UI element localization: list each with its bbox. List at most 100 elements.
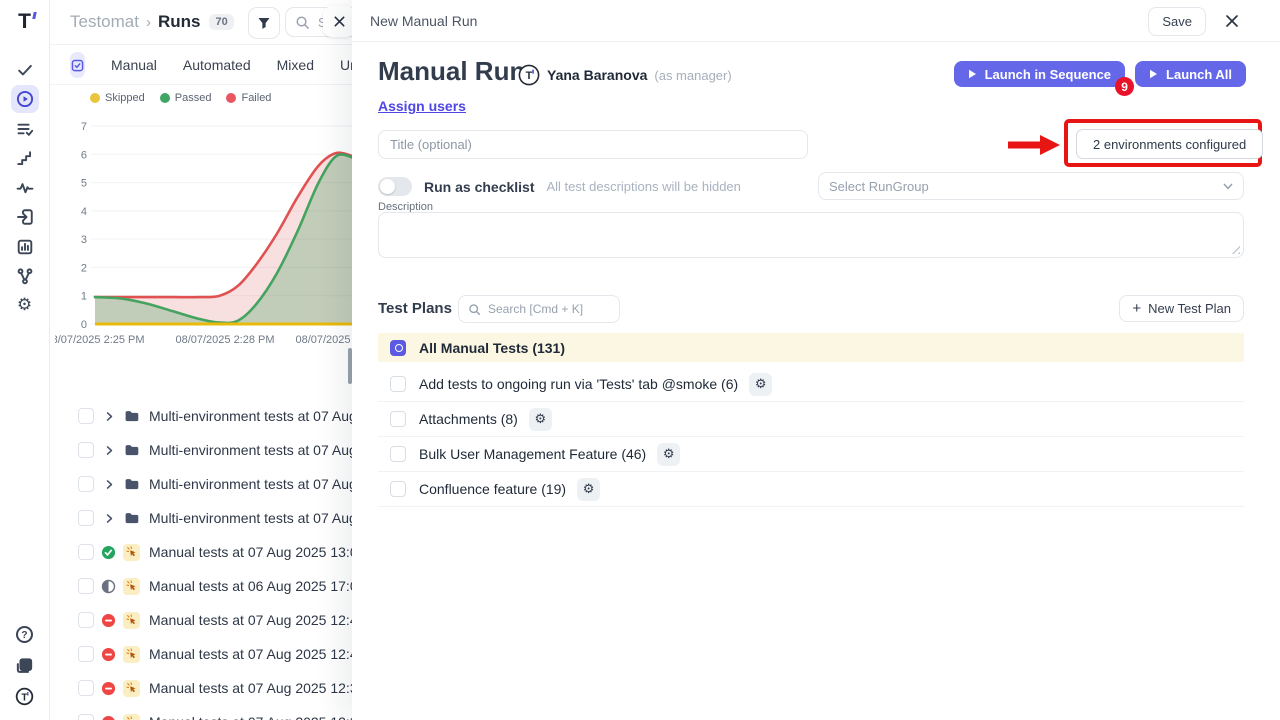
run-title[interactable]: Manual tests at 07 Aug 2025 13:02: [149, 544, 352, 560]
run-row[interactable]: Manual tests at 07 Aug 2025 12:3: [50, 705, 352, 720]
run-checkbox[interactable]: [78, 646, 94, 662]
save-button[interactable]: Save: [1148, 7, 1206, 36]
run-checkbox[interactable]: [78, 510, 94, 526]
test-plan-checkbox[interactable]: [390, 481, 406, 497]
test-plan-settings-button[interactable]: ⚙: [657, 443, 680, 466]
sidebar-item-milestones[interactable]: [11, 144, 39, 172]
sidebar-item-help[interactable]: ?: [11, 621, 39, 649]
test-plan-checkbox[interactable]: [390, 446, 406, 462]
run-row[interactable]: Multi-environment tests at 07 Aug 2025: [50, 399, 352, 433]
test-plan-row[interactable]: Attachments (8) ⚙: [378, 402, 1244, 437]
runs-trend-chart: 0123456708/07/2025 2:25 PM08/07/2025 2:2…: [55, 116, 352, 354]
test-plan-label[interactable]: Bulk User Management Feature (46): [419, 446, 646, 462]
sidebar-item-import[interactable]: [11, 203, 39, 231]
run-checkbox[interactable]: [78, 442, 94, 458]
run-checkbox[interactable]: [78, 612, 94, 628]
test-plan-row[interactable]: All Manual Tests (131): [378, 333, 1244, 362]
legend-item-skipped[interactable]: Skipped: [90, 92, 145, 104]
run-title-input[interactable]: [378, 130, 808, 159]
testomat-logo-icon[interactable]: T: [11, 8, 39, 36]
assign-users-link[interactable]: Assign users: [378, 98, 466, 114]
test-plan-settings-button[interactable]: ⚙: [749, 373, 772, 396]
run-checkbox[interactable]: [78, 578, 94, 594]
expand-chevron[interactable]: [103, 512, 116, 525]
projects-icon: [15, 656, 34, 675]
run-title[interactable]: Multi-environment tests at 07 Aug 2025: [149, 442, 352, 458]
test-plan-checkbox[interactable]: [390, 411, 406, 427]
chevron-down-icon: [1223, 183, 1233, 190]
panel-close-button[interactable]: [1222, 11, 1242, 31]
run-row[interactable]: Manual tests at 07 Aug 2025 13:02from: [50, 535, 352, 569]
sidebar-item-runs[interactable]: [11, 85, 39, 113]
environments-button[interactable]: 2 environments configured: [1076, 129, 1263, 159]
test-plan-label[interactable]: Attachments (8): [419, 411, 518, 427]
test-plan-row[interactable]: Bulk User Management Feature (46) ⚙: [378, 437, 1244, 472]
test-plan-settings-button[interactable]: ⚙: [529, 408, 552, 431]
test-plan-settings-button[interactable]: ⚙: [577, 478, 600, 501]
test-plans-search-input[interactable]: [486, 301, 610, 317]
run-checkbox[interactable]: [78, 714, 94, 720]
run-row[interactable]: Manual tests at 07 Aug 2025 12:35from: [50, 671, 352, 705]
sidebar-item-profile[interactable]: T: [11, 683, 39, 711]
run-row[interactable]: Manual tests at 06 Aug 2025 17:0613: [50, 569, 352, 603]
run-title[interactable]: Manual tests at 06 Aug 2025 17:06: [149, 578, 352, 594]
launch-all-button[interactable]: Launch All: [1135, 61, 1246, 87]
sidebar-item-tests[interactable]: [11, 56, 39, 84]
sidebar-item-projects[interactable]: [11, 652, 39, 680]
run-title[interactable]: Manual tests at 07 Aug 2025 12:42: [149, 646, 352, 662]
expand-chevron[interactable]: [103, 410, 116, 423]
legend-item-passed[interactable]: Passed: [160, 92, 212, 104]
tab-automated[interactable]: Automated: [183, 57, 251, 73]
run-title[interactable]: Multi-environment tests at 07 Aug 2025: [149, 476, 352, 492]
run-as-checklist-toggle[interactable]: [378, 177, 412, 196]
test-plan-checkbox[interactable]: [390, 340, 406, 356]
run-title[interactable]: Multi-environment tests at 07 Aug 2025: [149, 510, 352, 526]
run-row[interactable]: Manual tests at 07 Aug 2025 12:43from: [50, 603, 352, 637]
run-row[interactable]: Multi-environment tests at 07 Aug 2025: [50, 467, 352, 501]
run-checkbox[interactable]: [78, 680, 94, 696]
bar-chart-icon: [16, 238, 34, 256]
expand-chevron[interactable]: [103, 444, 116, 457]
sidebar-item-analytics[interactable]: [11, 233, 39, 261]
sidebar-item-branches[interactable]: [11, 262, 39, 290]
test-plan-checkbox[interactable]: [390, 376, 406, 392]
launch-in-sequence-button[interactable]: Launch in Sequence 9: [954, 61, 1125, 87]
run-checkbox[interactable]: [78, 408, 94, 424]
tab-unfinished[interactable]: Unfinished: [340, 57, 352, 73]
owner-avatar[interactable]: T: [518, 64, 540, 86]
batch-edit-button[interactable]: [70, 52, 85, 78]
new-test-plan-button[interactable]: + New Test Plan: [1119, 295, 1244, 322]
run-row[interactable]: Multi-environment tests at 07 Aug 2025: [50, 501, 352, 535]
test-plan-label[interactable]: Confluence feature (19): [419, 481, 566, 497]
sidebar-item-pulse[interactable]: [11, 174, 39, 202]
legend-dot: [90, 93, 100, 103]
run-title[interactable]: Multi-environment tests at 07 Aug 2025: [149, 408, 352, 424]
run-checkbox[interactable]: [78, 544, 94, 560]
sidebar-item-test-plans[interactable]: [11, 115, 39, 143]
sidebar-item-settings[interactable]: ⚙: [11, 292, 39, 320]
breadcrumb-app[interactable]: Testomat: [70, 12, 139, 32]
test-plan-row[interactable]: Add tests to ongoing run via 'Tests' tab…: [378, 367, 1244, 402]
filter-button[interactable]: [248, 7, 280, 39]
run-title[interactable]: Manual tests at 07 Aug 2025 12:3: [149, 714, 352, 720]
description-textarea[interactable]: [378, 212, 1244, 258]
legend-item-failed[interactable]: Failed: [226, 92, 271, 104]
run-title[interactable]: Manual tests at 07 Aug 2025 12:35: [149, 680, 352, 696]
svg-text:0: 0: [81, 319, 87, 331]
run-row[interactable]: Manual tests at 07 Aug 2025 12:42from: [50, 637, 352, 671]
tab-mixed[interactable]: Mixed: [277, 57, 314, 73]
test-plan-row[interactable]: Confluence feature (19) ⚙: [378, 472, 1244, 507]
search-close-button[interactable]: [323, 6, 352, 37]
test-plan-label[interactable]: All Manual Tests (131): [419, 340, 565, 356]
expand-chevron[interactable]: [103, 478, 116, 491]
rungroup-select[interactable]: Select RunGroup: [818, 172, 1244, 200]
close-icon: [1225, 14, 1239, 28]
run-title[interactable]: Manual tests at 07 Aug 2025 12:43: [149, 612, 352, 628]
run-checkbox[interactable]: [78, 476, 94, 492]
run-row[interactable]: Multi-environment tests at 07 Aug 2025: [50, 433, 352, 467]
tab-manual[interactable]: Manual: [111, 57, 157, 73]
test-plan-label[interactable]: Add tests to ongoing run via 'Tests' tab…: [419, 376, 738, 392]
resize-handle-icon[interactable]: [1230, 244, 1240, 254]
breadcrumb-section[interactable]: Runs: [158, 12, 201, 32]
test-plans-search-box[interactable]: [458, 295, 620, 323]
